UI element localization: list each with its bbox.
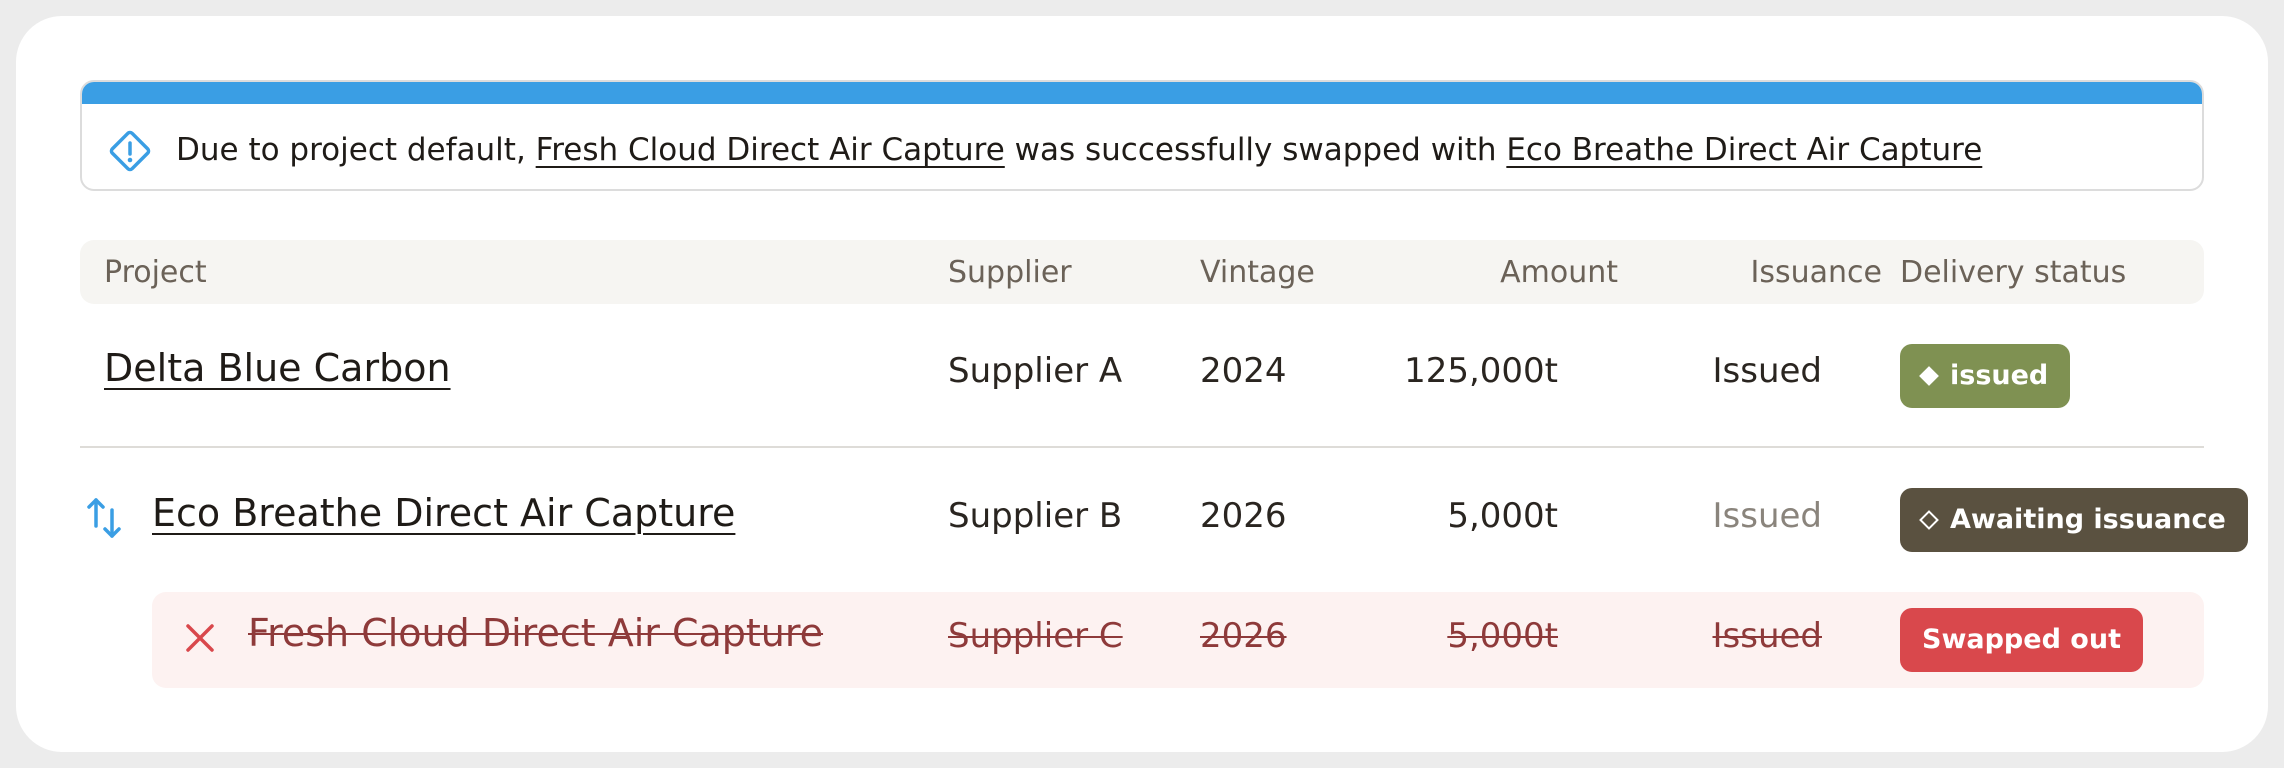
status-badge: Awaiting issuance — [1900, 488, 2248, 552]
swap-summary-card: Due to project default, Fresh Cloud Dire… — [16, 16, 2268, 752]
notice-message: Due to project default, Fresh Cloud Dire… — [176, 130, 1982, 170]
status-badge-label: issued — [1950, 360, 2049, 391]
supplier-cell: Supplier A — [948, 351, 1123, 391]
amount-cell: 5,000t — [1447, 616, 1558, 656]
notice-to-project-link[interactable]: Eco Breathe Direct Air Capture — [1506, 132, 1982, 168]
vintage-cell: 2026 — [1200, 616, 1287, 656]
alert-diamond-icon — [109, 130, 151, 172]
issuance-cell: Issued — [1712, 496, 1822, 536]
swap-arrows-icon — [87, 498, 121, 538]
project-name: Fresh Cloud Direct Air Capture — [248, 611, 824, 655]
column-header-project[interactable]: Project — [104, 255, 207, 291]
table-header: Project Supplier Vintage Amount Issuance… — [80, 240, 2204, 304]
column-header-issuance[interactable]: Issuance — [1680, 255, 1882, 291]
diamond-filled-icon — [1919, 366, 1939, 386]
vintage-cell: 2026 — [1200, 496, 1287, 536]
column-header-vintage[interactable]: Vintage — [1200, 255, 1315, 291]
vintage-cell: 2024 — [1200, 351, 1287, 391]
issuance-cell: Issued — [1712, 351, 1822, 391]
notice-prefix: Due to project default, — [176, 132, 526, 168]
close-x-icon — [186, 624, 214, 652]
project-link[interactable]: Delta Blue Carbon — [104, 347, 451, 389]
status-badge-label: Awaiting issuance — [1950, 504, 2226, 535]
notice-from-project-link[interactable]: Fresh Cloud Direct Air Capture — [536, 132, 1005, 168]
status-badge: Swapped out — [1900, 608, 2143, 672]
row-divider — [80, 446, 2204, 448]
status-badge-label: Swapped out — [1922, 624, 2121, 655]
column-header-delivery-status[interactable]: Delivery status — [1900, 255, 2126, 291]
amount-cell: 5,000t — [1447, 496, 1558, 536]
notice-accent-bar — [82, 82, 2202, 104]
issuance-cell: Issued — [1712, 616, 1822, 656]
column-header-supplier[interactable]: Supplier — [948, 255, 1072, 291]
swap-notice-banner: Due to project default, Fresh Cloud Dire… — [80, 80, 2204, 191]
supplier-cell: Supplier C — [948, 616, 1123, 656]
notice-middle: was successfully swapped with — [1014, 132, 1497, 168]
amount-cell: 125,000t — [1404, 351, 1558, 391]
column-header-amount[interactable]: Amount — [1440, 255, 1618, 291]
project-link[interactable]: Eco Breathe Direct Air Capture — [152, 492, 735, 534]
supplier-cell: Supplier B — [948, 496, 1123, 536]
diamond-outline-icon — [1919, 510, 1939, 530]
status-badge: issued — [1900, 344, 2071, 408]
